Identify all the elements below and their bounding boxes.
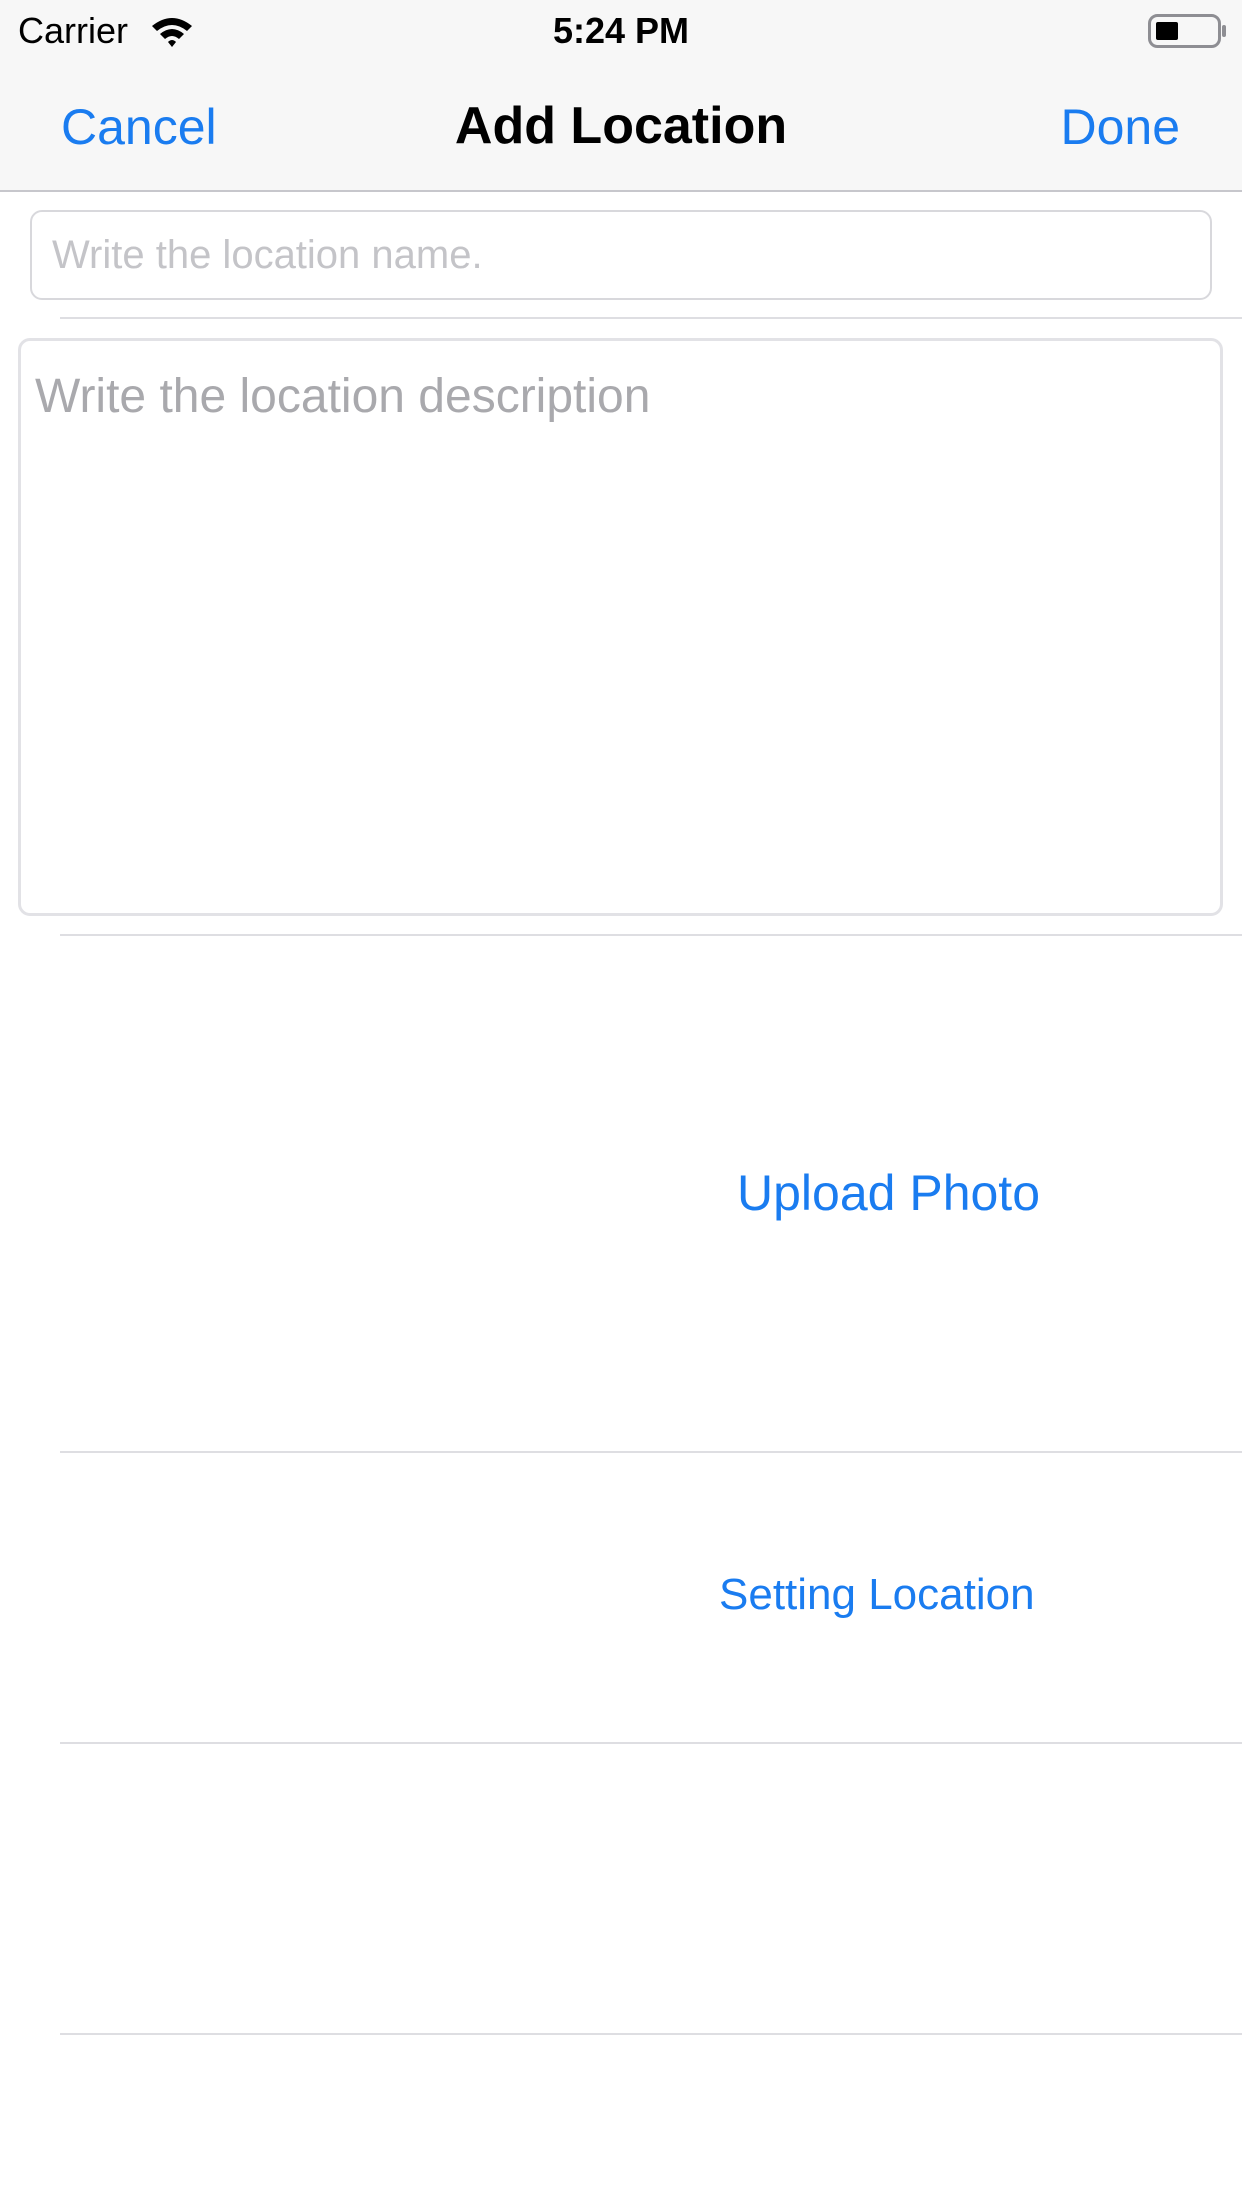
row-separator xyxy=(60,317,1242,319)
row-separator xyxy=(60,1451,1242,1453)
battery-icon xyxy=(1148,13,1228,49)
location-description-textarea[interactable] xyxy=(18,338,1223,916)
status-time: 5:24 PM xyxy=(552,10,690,51)
page-title: Add Location xyxy=(454,97,788,155)
done-button[interactable]: Done xyxy=(1060,98,1180,156)
row-separator xyxy=(60,1742,1242,1744)
upload-photo-button[interactable]: Upload Photo xyxy=(737,1164,1040,1222)
navigation-bar: Cancel Add Location Done xyxy=(0,60,1242,192)
row-separator xyxy=(60,934,1242,936)
setting-location-button[interactable]: Setting Location xyxy=(719,1570,1035,1620)
status-bar: Carrier 5:24 PM xyxy=(0,0,1242,60)
location-name-input[interactable] xyxy=(30,210,1212,300)
row-separator xyxy=(60,2033,1242,2035)
